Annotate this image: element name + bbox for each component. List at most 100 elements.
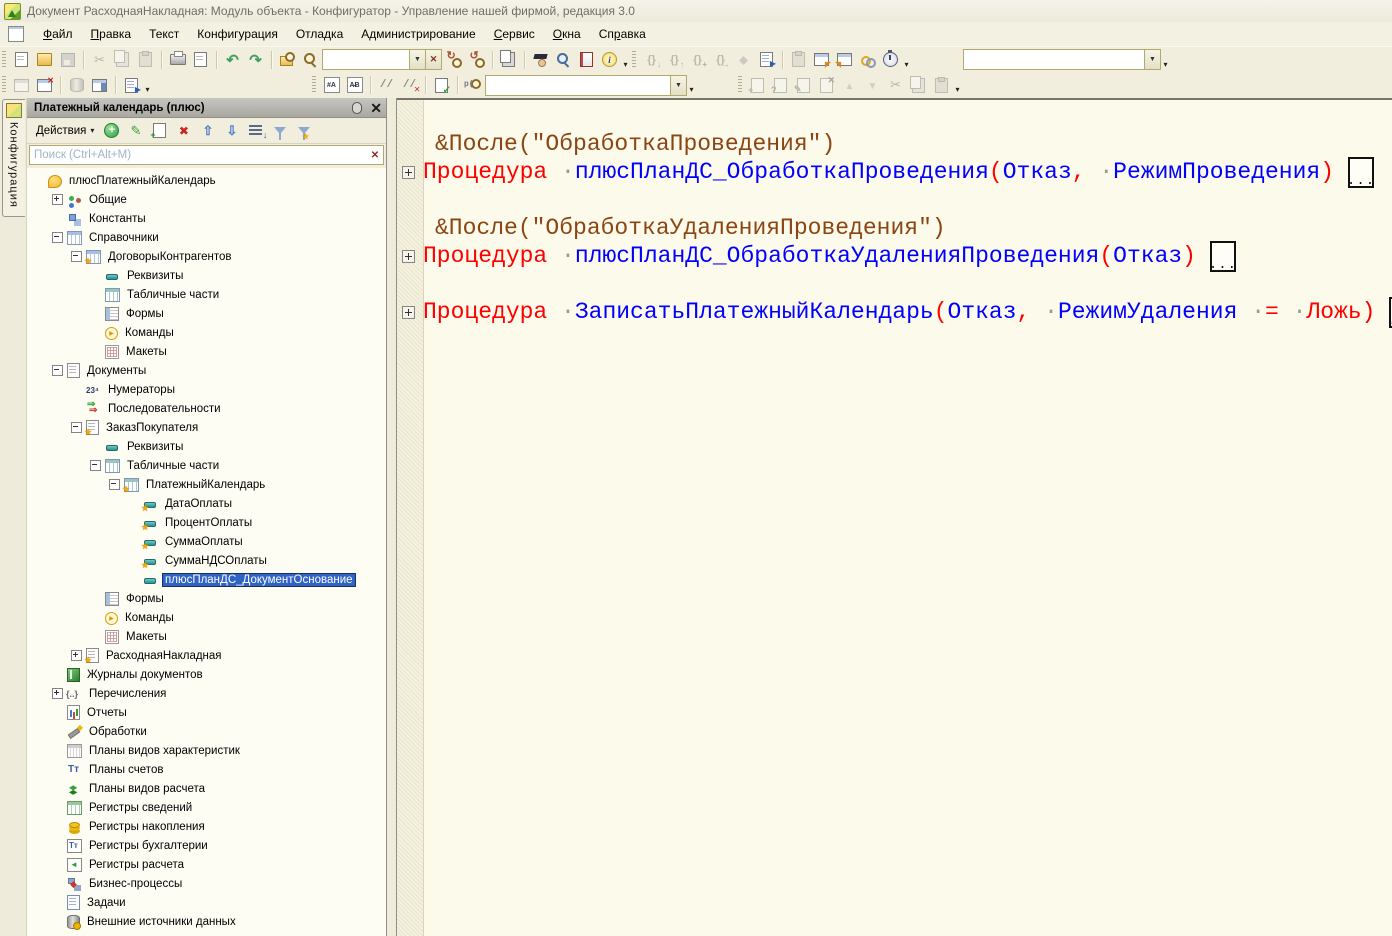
paste-button[interactable] bbox=[134, 49, 157, 70]
tree-item[interactable]: Нумераторы bbox=[27, 380, 386, 399]
stopwatch-button[interactable] bbox=[879, 49, 902, 70]
tree-item[interactable]: Макеты bbox=[27, 627, 386, 646]
fold-expand-icon[interactable] bbox=[402, 250, 415, 263]
tree-item[interactable]: СуммаОплаты bbox=[27, 532, 386, 551]
toolbar-handle[interactable] bbox=[2, 51, 6, 69]
menu-справка[interactable]: Справка bbox=[590, 24, 655, 44]
tree-item[interactable]: Документы bbox=[27, 361, 386, 380]
add-button[interactable] bbox=[100, 120, 123, 141]
tree-item[interactable]: Планы видов характеристик bbox=[27, 741, 386, 760]
tree-item[interactable]: плюсПланДС_ДокументОснование bbox=[27, 570, 386, 589]
filter-button[interactable] bbox=[268, 120, 291, 141]
tree-item[interactable]: Последовательности bbox=[27, 399, 386, 418]
move-down-button[interactable] bbox=[220, 120, 243, 141]
tree-item[interactable]: Задачи bbox=[27, 893, 386, 912]
procedures-combobox-field[interactable] bbox=[486, 76, 670, 95]
procedures-list-button[interactable] bbox=[686, 49, 709, 70]
tree-item[interactable]: Реквизиты bbox=[27, 266, 386, 285]
open-button[interactable] bbox=[33, 49, 56, 70]
toolbar-handle[interactable] bbox=[312, 76, 316, 94]
minus-expander-icon[interactable] bbox=[90, 460, 101, 471]
information-button[interactable] bbox=[598, 49, 621, 70]
minus-expander-icon[interactable] bbox=[71, 251, 82, 262]
cut-text-button[interactable] bbox=[884, 75, 907, 96]
tree-item[interactable]: Команды bbox=[27, 608, 386, 627]
format-block-button[interactable] bbox=[343, 75, 366, 96]
goto-definition-button[interactable] bbox=[709, 49, 732, 70]
tree-item[interactable]: Регистры расчета bbox=[27, 855, 386, 874]
redo-button[interactable] bbox=[244, 49, 267, 70]
mdi-document-icon[interactable] bbox=[8, 26, 24, 42]
plus-expander-icon[interactable] bbox=[71, 650, 82, 661]
duplicate-button[interactable] bbox=[148, 120, 171, 141]
menu-файл[interactable]: Файл bbox=[34, 24, 82, 44]
clear-search-icon[interactable]: ✕ bbox=[367, 150, 383, 161]
panel-splitter[interactable] bbox=[387, 98, 397, 936]
print-button[interactable] bbox=[166, 49, 189, 70]
menu-конфигурация[interactable]: Конфигурация bbox=[188, 24, 287, 44]
save-button[interactable] bbox=[56, 49, 79, 70]
plus-expander-icon[interactable] bbox=[52, 688, 63, 699]
templates-button[interactable] bbox=[575, 49, 598, 70]
dropdown-caret-icon[interactable]: ▾ bbox=[143, 73, 152, 97]
dropdown-caret-icon[interactable]: ▾ bbox=[687, 73, 696, 97]
actions-menu-button[interactable]: Действия bbox=[31, 123, 99, 139]
tree-item[interactable]: ПлатежныйКалендарь bbox=[27, 475, 386, 494]
copy-item-button[interactable] bbox=[769, 75, 792, 96]
new-document-button[interactable] bbox=[10, 49, 33, 70]
restore-window-button[interactable] bbox=[10, 75, 33, 96]
menu-отладка[interactable]: Отладка bbox=[287, 24, 352, 44]
search-combobox-field[interactable] bbox=[323, 50, 409, 69]
procedures-functions-button[interactable] bbox=[462, 75, 485, 96]
tree-item[interactable]: Константы bbox=[27, 209, 386, 228]
plus-expander-icon[interactable] bbox=[52, 194, 63, 205]
search-input[interactable] bbox=[30, 148, 367, 162]
tree-item[interactable]: Табличные части bbox=[27, 456, 386, 475]
windows-button[interactable] bbox=[497, 49, 520, 70]
close-window-button[interactable] bbox=[33, 75, 56, 96]
previous-bookmark-button[interactable] bbox=[833, 49, 856, 70]
search-in-syntax-button[interactable] bbox=[552, 49, 575, 70]
fold-expand-icon[interactable] bbox=[402, 306, 415, 319]
tree-item[interactable]: Формы bbox=[27, 304, 386, 323]
cut-button[interactable] bbox=[88, 49, 111, 70]
database-button[interactable] bbox=[65, 75, 88, 96]
panel-header[interactable]: Платежный календарь (плюс) ✕ bbox=[27, 98, 386, 118]
find-in-files-button[interactable] bbox=[276, 49, 299, 70]
tree-item[interactable]: Общие bbox=[27, 190, 386, 209]
tree-item[interactable]: Планы счетов bbox=[27, 760, 386, 779]
tree-item[interactable]: ПроцентОплаты bbox=[27, 513, 386, 532]
tree-item[interactable]: Отчеты bbox=[27, 703, 386, 722]
minus-expander-icon[interactable] bbox=[52, 365, 63, 376]
menu-администрирование[interactable]: Администрирование bbox=[352, 24, 484, 44]
tree-item[interactable]: Регистры сведений bbox=[27, 798, 386, 817]
undo-button[interactable] bbox=[221, 49, 244, 70]
context-combobox[interactable]: ▼ bbox=[963, 49, 1161, 70]
dropdown-caret-icon[interactable]: ▾ bbox=[1161, 48, 1170, 72]
tree-item[interactable]: РасходнаяНакладная bbox=[27, 646, 386, 665]
toolbar-handle[interactable] bbox=[738, 76, 742, 94]
tree-item[interactable]: ЗаказПокупателя bbox=[27, 418, 386, 437]
find-next-button[interactable] bbox=[442, 49, 465, 70]
edit-item-button[interactable] bbox=[792, 75, 815, 96]
tree-item[interactable]: Команды bbox=[27, 323, 386, 342]
previous-procedure-button[interactable] bbox=[640, 49, 663, 70]
tree-item[interactable]: Журналы документов bbox=[27, 665, 386, 684]
minus-expander-icon[interactable] bbox=[109, 479, 120, 490]
toolbar-handle[interactable] bbox=[632, 51, 636, 69]
tree-item[interactable]: Регистры накопления bbox=[27, 817, 386, 836]
tree-item[interactable]: ДоговорыКонтрагентов bbox=[27, 247, 386, 266]
search-combobox[interactable]: ▼✕ bbox=[322, 49, 442, 70]
next-procedure-button[interactable] bbox=[663, 49, 686, 70]
tree-item[interactable]: ДатаОплаты bbox=[27, 494, 386, 513]
menu-окна[interactable]: Окна bbox=[544, 24, 590, 44]
minus-expander-icon[interactable] bbox=[52, 232, 63, 243]
collapsed-code-button[interactable]: ... bbox=[1348, 157, 1374, 188]
clear-icon[interactable]: ✕ bbox=[425, 50, 441, 69]
menu-текст[interactable]: Текст bbox=[140, 24, 188, 44]
sort-button[interactable] bbox=[244, 120, 267, 141]
format-button[interactable] bbox=[320, 75, 343, 96]
dropdown-caret-icon[interactable]: ▾ bbox=[621, 48, 630, 72]
move-up-button[interactable] bbox=[838, 75, 861, 96]
tree-item[interactable]: Внешние источники данных bbox=[27, 912, 386, 931]
